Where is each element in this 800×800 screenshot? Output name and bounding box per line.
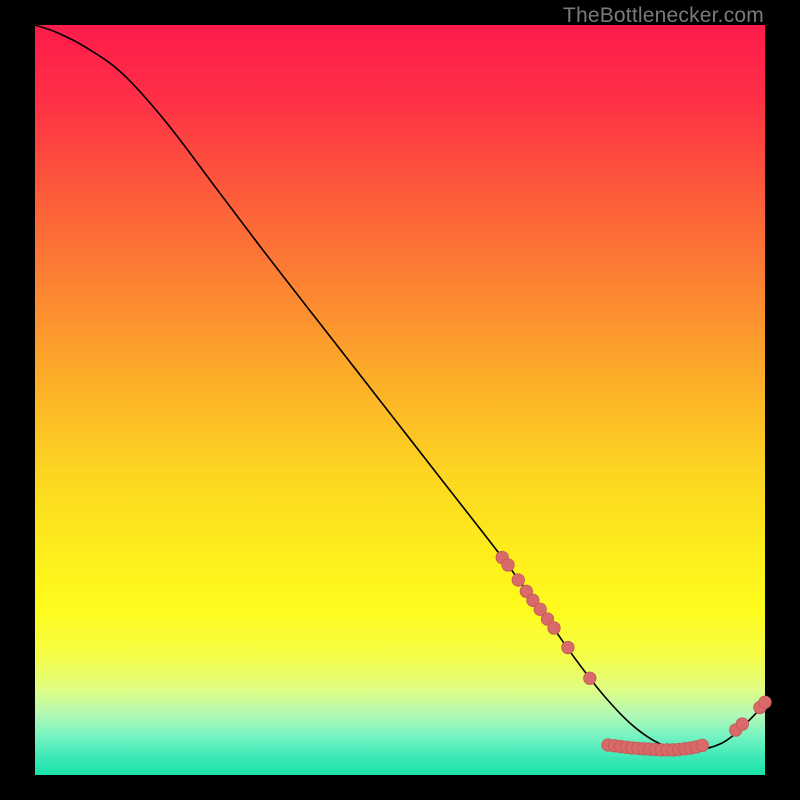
plot-area [35, 25, 765, 775]
data-marker [562, 641, 574, 653]
data-marker [584, 672, 596, 684]
data-marker [696, 739, 708, 751]
chart-container: TheBottlenecker.com [0, 0, 800, 800]
attribution-text: TheBottlenecker.com [563, 4, 764, 28]
data-marker [512, 574, 524, 586]
data-marker [502, 559, 514, 571]
data-marker [548, 622, 560, 634]
data-marker [759, 696, 771, 708]
bottleneck-curve [35, 25, 765, 750]
data-marker [736, 718, 748, 730]
chart-overlay [35, 25, 765, 775]
